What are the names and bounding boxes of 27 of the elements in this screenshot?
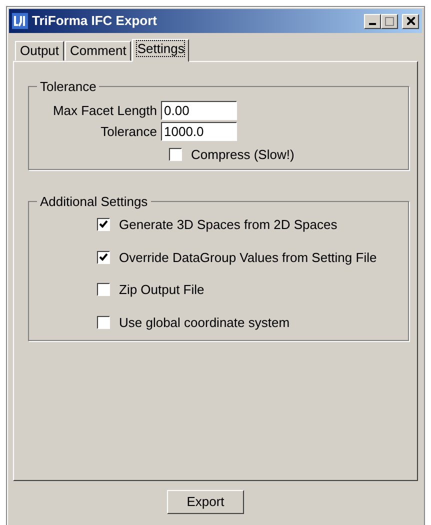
group-title: Tolerance	[37, 79, 100, 94]
maximize-button[interactable]	[381, 14, 398, 28]
maximize-icon	[385, 16, 394, 26]
minimize-button[interactable]	[364, 14, 381, 28]
checkbox-label: Generate 3D Spaces from 2D Spaces	[119, 216, 338, 234]
text-field[interactable]: 1000.0	[161, 122, 237, 141]
checkbox-label: Zip Output File	[119, 281, 204, 299]
checkbox[interactable]	[97, 250, 110, 264]
checkbox[interactable]	[169, 148, 182, 162]
tab[interactable]: Settings	[132, 39, 190, 62]
checkbox-label: Compress (Slow!)	[191, 146, 294, 164]
close-button[interactable]	[402, 14, 419, 28]
app-logo-icon	[12, 13, 28, 29]
checkbox-label: Use global coordinate system	[119, 314, 290, 332]
tab[interactable]: Comment	[65, 41, 132, 61]
tab[interactable]: Output	[15, 41, 64, 61]
window-title: TriForma IFC Export	[32, 12, 157, 30]
checkbox[interactable]	[97, 283, 110, 296]
checkbox[interactable]	[97, 316, 110, 329]
group-title: Additional Settings	[37, 194, 151, 209]
field-label: Tolerance	[100, 122, 157, 141]
field-label: Max Facet Length	[52, 102, 157, 120]
text-field[interactable]: 0.00	[161, 101, 237, 120]
export-button[interactable]: Export	[167, 490, 244, 514]
close-icon	[406, 17, 414, 25]
checkbox[interactable]	[97, 218, 110, 232]
checkbox-label: Override DataGroup Values from Setting File	[119, 248, 377, 267]
